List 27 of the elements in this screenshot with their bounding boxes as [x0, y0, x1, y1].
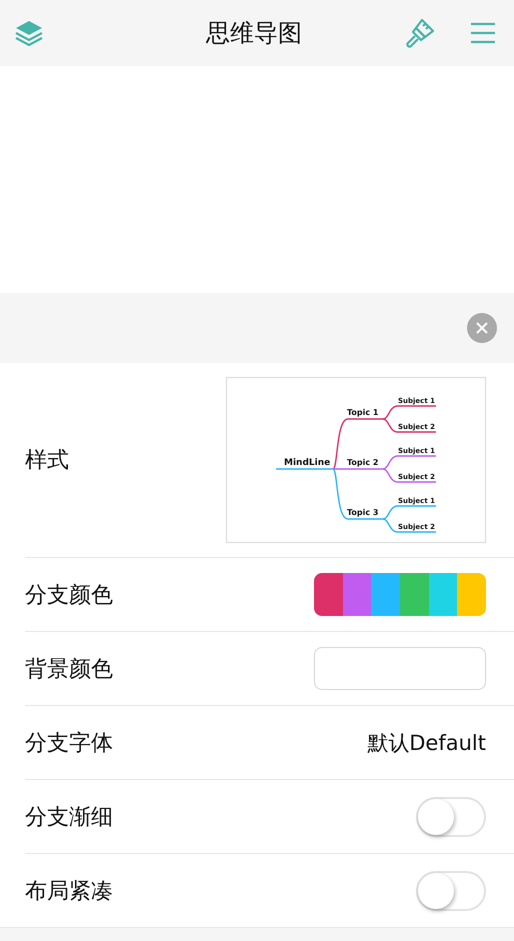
- toggle-switch[interactable]: [416, 870, 486, 910]
- color-palette[interactable]: [314, 573, 486, 616]
- topic-label: Topic 3: [347, 508, 378, 517]
- color-swatch[interactable]: [457, 573, 486, 616]
- setting-label: 样式: [25, 447, 69, 475]
- topic-label: Topic 1: [347, 408, 378, 417]
- toggle-switch[interactable]: [416, 796, 486, 836]
- setting-label: 分支字体: [25, 730, 113, 758]
- setting-label: 分支渐细: [25, 804, 113, 832]
- layers-icon[interactable]: [14, 18, 44, 48]
- root-label: MindLine: [284, 458, 330, 468]
- color-swatch[interactable]: [371, 573, 400, 616]
- color-swatch[interactable]: [314, 573, 343, 616]
- color-swatch[interactable]: [428, 573, 458, 616]
- setting-label: 分支颜色: [25, 582, 113, 610]
- close-icon: [476, 322, 488, 334]
- close-button[interactable]: [467, 313, 497, 343]
- setting-label: 背景颜色: [25, 656, 113, 684]
- brush-icon[interactable]: [404, 17, 436, 49]
- color-swatch[interactable]: [400, 573, 429, 616]
- page-title: 思维导图: [205, 18, 303, 49]
- menu-icon[interactable]: [470, 21, 496, 45]
- color-swatch[interactable]: [342, 573, 372, 616]
- topic-label: Topic 2: [347, 458, 378, 467]
- color-field[interactable]: [314, 647, 486, 690]
- font-value[interactable]: 默认Default: [367, 728, 486, 756]
- setting-label: 布局紧凑: [25, 878, 113, 906]
